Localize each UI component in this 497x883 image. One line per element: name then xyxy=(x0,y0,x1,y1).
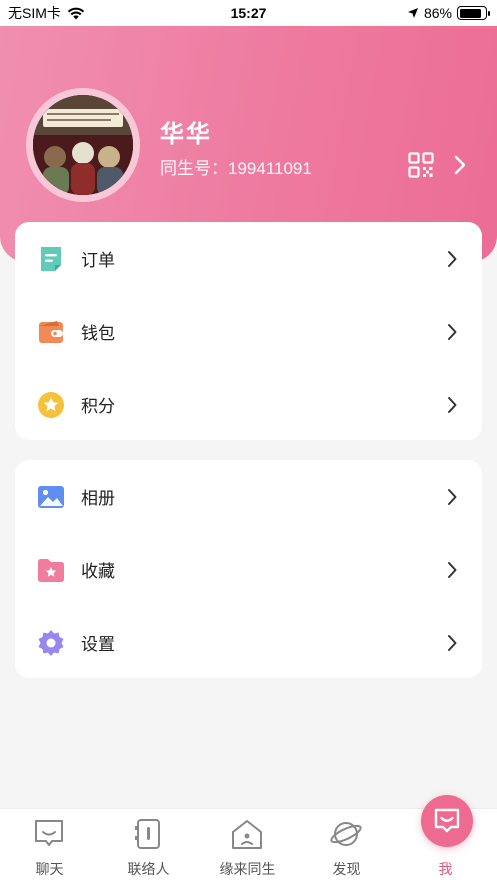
profile-chevron-right-icon[interactable] xyxy=(452,154,468,176)
favorites-icon xyxy=(38,558,64,582)
menu-item-label: 设置 xyxy=(81,635,115,654)
order-icon xyxy=(41,246,61,271)
chevron-right-icon xyxy=(448,488,457,505)
user-id: 同生号：199411091 xyxy=(160,159,312,178)
menu-item-wallet[interactable]: 钱包 xyxy=(15,295,482,368)
tab-chat[interactable]: 聊天 xyxy=(0,809,99,883)
carrier-label: 无SIM卡 xyxy=(8,5,61,21)
menu-card-personal: 相册 收藏 设置 xyxy=(15,460,482,678)
album-icon xyxy=(38,485,64,508)
contacts-icon xyxy=(135,819,160,849)
menu-item-order[interactable]: 订单 xyxy=(15,222,482,295)
chevron-right-icon xyxy=(448,396,457,413)
avatar-image xyxy=(33,95,133,195)
chevron-right-icon xyxy=(448,561,457,578)
chevron-right-icon xyxy=(448,250,457,267)
battery-percent: 86% xyxy=(423,5,452,21)
avatar-frame[interactable] xyxy=(26,88,140,202)
menu-item-settings[interactable]: 设置 xyxy=(15,606,482,679)
menu-item-favorites[interactable]: 收藏 xyxy=(15,533,482,606)
chevron-right-icon xyxy=(448,634,457,651)
menu-item-label: 相册 xyxy=(81,489,115,508)
menu-item-album[interactable]: 相册 xyxy=(15,460,482,533)
tab-label: 发现 xyxy=(332,861,361,877)
chat-icon xyxy=(35,820,63,846)
qr-code-icon[interactable] xyxy=(408,152,434,178)
menu-item-label: 订单 xyxy=(81,251,115,270)
tab-discover[interactable]: 发现 xyxy=(297,809,396,883)
tab-contacts[interactable]: 联络人 xyxy=(99,809,198,883)
wallet-icon xyxy=(39,320,63,343)
status-right: 86% xyxy=(407,5,490,21)
tab-fate[interactable]: 缘来同生 xyxy=(198,809,297,883)
battery-level-fill xyxy=(459,8,481,18)
location-arrow-icon xyxy=(407,8,418,18)
discover-planet-icon xyxy=(330,822,362,846)
menu-item-label: 收藏 xyxy=(81,562,115,581)
menu-card-account: 订单 钱包 积分 xyxy=(15,222,482,440)
tab-label: 联络人 xyxy=(127,861,170,877)
me-smile-icon xyxy=(434,808,460,833)
avatar[interactable] xyxy=(33,95,133,195)
home-icon xyxy=(232,820,262,849)
wifi-icon xyxy=(67,7,85,19)
status-left: 无SIM卡 xyxy=(8,3,85,23)
menu-item-points[interactable]: 积分 xyxy=(15,368,482,441)
status-bar: 无SIM卡 15:27 86% xyxy=(0,0,497,26)
tab-label: 聊天 xyxy=(35,861,64,877)
battery-icon xyxy=(457,6,490,20)
points-star-icon xyxy=(38,391,64,418)
me-tab-bubble[interactable] xyxy=(421,795,473,847)
tab-label: 我 xyxy=(438,861,453,877)
menu-item-label: 钱包 xyxy=(81,324,115,343)
chevron-right-icon xyxy=(448,323,457,340)
user-name: 华华 xyxy=(160,121,212,148)
tab-label: 缘来同生 xyxy=(219,861,276,877)
menu-item-label: 积分 xyxy=(81,397,115,416)
settings-gear-icon xyxy=(38,629,64,656)
